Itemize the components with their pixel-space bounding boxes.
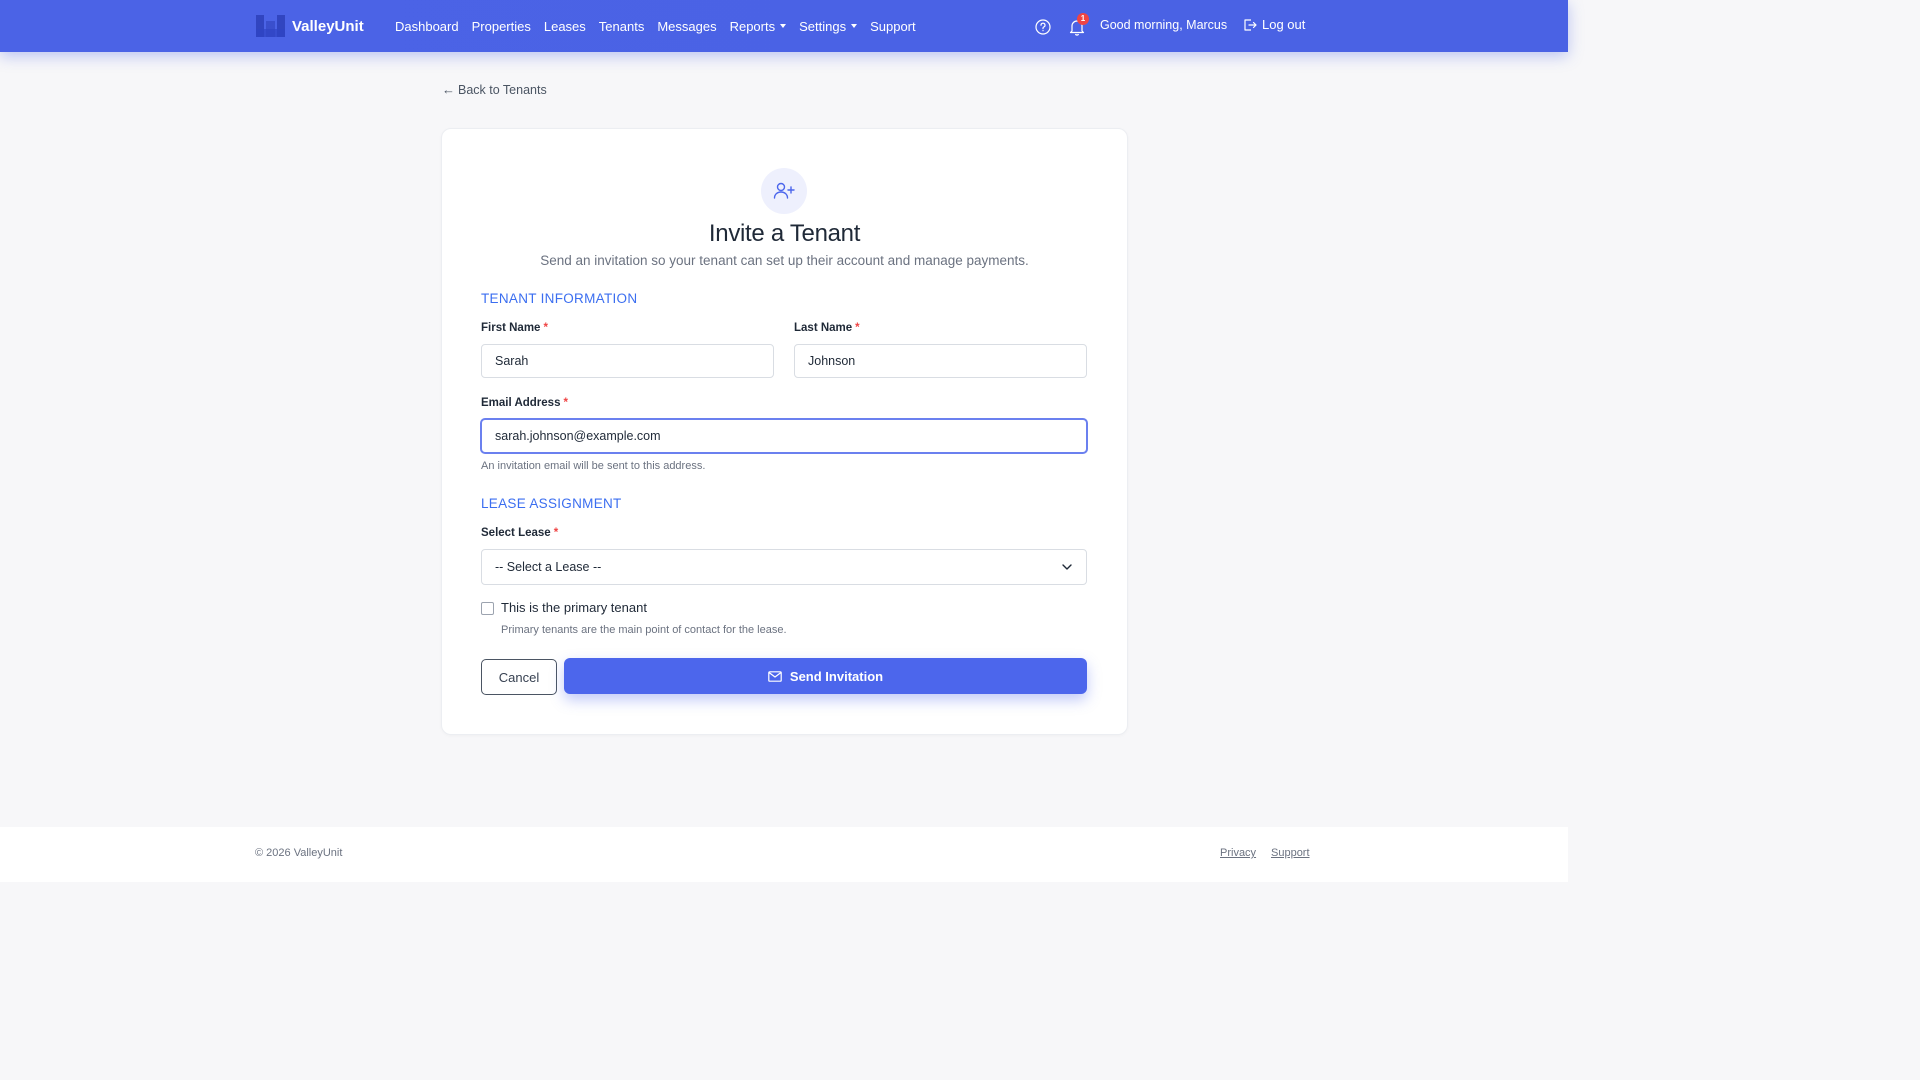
select-lease-label-text: Select Lease: [481, 527, 551, 539]
caret-down-icon: [851, 24, 858, 28]
brand-logo-link[interactable]: ValleyUnit: [256, 15, 364, 37]
copyright-text: © 2026 ValleyUnit: [255, 847, 343, 859]
caret-down-icon: [780, 24, 787, 28]
logout-button[interactable]: Log out: [1243, 17, 1305, 32]
lease-assignment-heading: LEASE ASSIGNMENT: [481, 496, 622, 511]
user-greeting: Good morning, Marcus: [1100, 18, 1228, 32]
cancel-button[interactable]: Cancel: [481, 659, 557, 695]
select-lease-dropdown[interactable]: -- Select a Lease --: [481, 549, 1087, 585]
nav-tenants-label: Tenants: [598, 18, 645, 34]
select-lease-label: Select Lease *: [481, 527, 558, 539]
tenant-information-heading: TENANT INFORMATION: [481, 291, 638, 306]
nav-leases-label: Leases: [543, 18, 586, 34]
nav-messages-label: Messages: [657, 18, 717, 34]
invite-tenant-card: Invite a Tenant Send an invitation so yo…: [441, 128, 1128, 735]
nav-dashboard-label: Dashboard: [395, 18, 459, 34]
select-lease-value: -- Select a Lease --: [495, 560, 602, 574]
nav-messages[interactable]: Messages: [657, 19, 716, 34]
footer-privacy-link[interactable]: Privacy: [1220, 847, 1256, 859]
primary-tenant-help-text: Primary tenants are the main point of co…: [501, 624, 787, 636]
notification-count-badge: 1: [1077, 13, 1089, 25]
main-nav: Dashboard Properties Leases Tenants Mess…: [395, 0, 929, 52]
back-to-tenants-link[interactable]: ← Back to Tenants: [442, 82, 547, 97]
send-invitation-button[interactable]: Send Invitation: [564, 658, 1087, 694]
send-invitation-label: Send Invitation: [789, 668, 884, 684]
back-link-label: Back to Tenants: [458, 82, 547, 97]
nav-dashboard[interactable]: Dashboard: [395, 19, 459, 34]
nav-reports-dropdown[interactable]: Reports: [730, 19, 787, 34]
nav-tenants[interactable]: Tenants: [599, 19, 645, 34]
last-name-input[interactable]: [794, 344, 1087, 378]
email-help-text: An invitation email will be sent to this…: [481, 460, 706, 472]
required-marker: *: [553, 527, 559, 539]
logout-icon: [1244, 18, 1257, 31]
last-name-label: Last Name *: [794, 322, 860, 334]
user-plus-icon-circle: [761, 168, 807, 214]
logout-label: Log out: [1262, 17, 1306, 32]
email-label-text: Email Address: [481, 397, 561, 409]
required-marker: *: [543, 322, 548, 334]
last-name-label-text: Last Name: [794, 322, 853, 334]
nav-properties[interactable]: Properties: [472, 19, 531, 34]
first-name-input[interactable]: [481, 344, 774, 378]
cancel-label: Cancel: [498, 669, 540, 685]
nav-properties-label: Properties: [471, 18, 531, 34]
nav-support[interactable]: Support: [870, 19, 916, 34]
arrow-left-icon: ←: [442, 82, 455, 97]
primary-tenant-checkbox[interactable]: [481, 602, 494, 615]
notifications-button[interactable]: 1: [1069, 13, 1089, 36]
nav-reports-label: Reports: [729, 18, 776, 34]
primary-tenant-label[interactable]: This is the primary tenant: [501, 600, 647, 615]
user-plus-icon: [773, 182, 795, 199]
top-navbar: ValleyUnit Dashboard Properties Leases T…: [0, 0, 1568, 52]
help-circle-icon[interactable]: [1035, 19, 1051, 35]
valleyunit-logo-icon: [256, 15, 285, 37]
required-marker: *: [563, 397, 568, 409]
required-marker: *: [855, 322, 860, 334]
envelope-icon: [768, 670, 782, 682]
email-label: Email Address *: [481, 397, 568, 409]
page-title: Invite a Tenant: [708, 220, 861, 247]
nav-support-label: Support: [870, 18, 916, 34]
first-name-label: First Name *: [481, 322, 548, 334]
page-footer: © 2026 ValleyUnit Privacy Support: [0, 827, 1568, 882]
email-input[interactable]: [481, 419, 1087, 453]
nav-leases[interactable]: Leases: [544, 19, 586, 34]
footer-support-link[interactable]: Support: [1271, 847, 1310, 859]
brand-name: ValleyUnit: [292, 17, 364, 35]
chevron-down-icon: [1062, 564, 1072, 570]
nav-settings-label: Settings: [799, 18, 847, 34]
page-subtitle: Send an invitation so your tenant can se…: [540, 253, 1029, 268]
nav-settings-dropdown[interactable]: Settings: [799, 18, 858, 34]
first-name-label-text: First Name: [481, 322, 541, 334]
